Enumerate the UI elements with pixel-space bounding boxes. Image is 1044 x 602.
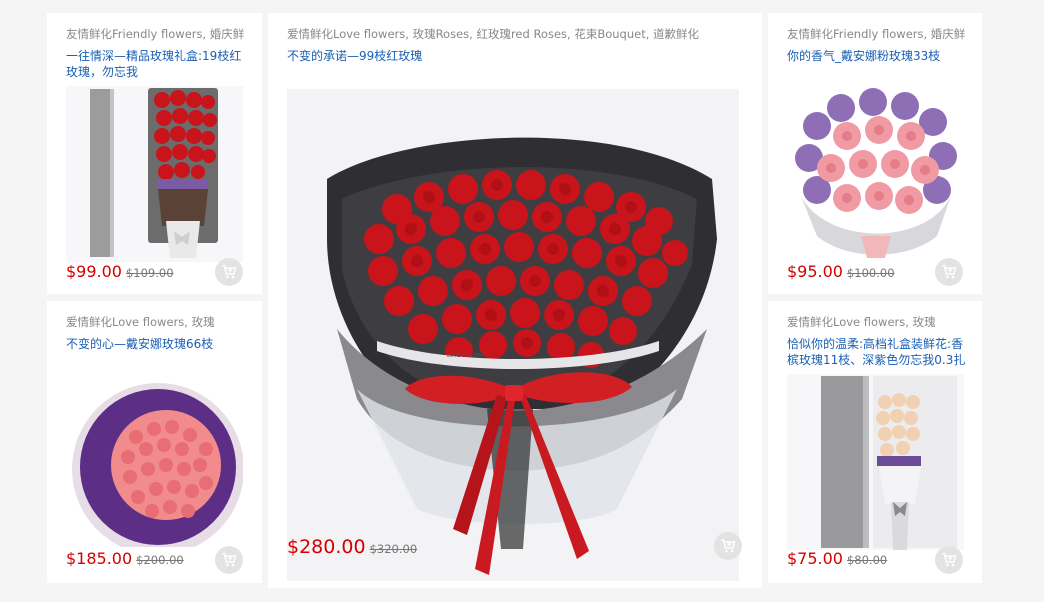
original-price: $109.00	[125, 266, 174, 280]
wrap-text: LOVE IS SILENT	[447, 353, 486, 359]
product-card: 爱情鲜化Love flowers, 玫瑰 恰似你的温柔:高档礼盒装鲜花:香槟玫瑰…	[768, 301, 982, 583]
pink-roses-bouquet-image	[66, 377, 243, 547]
product-tags: 爱情鲜化Love flowers, 玫瑰	[66, 315, 215, 329]
add-to-cart-icon	[942, 265, 957, 279]
product-tags: 友情鲜化Friendly flowers, 婚庆鲜	[787, 27, 965, 41]
product-title-link[interactable]: 恰似你的温柔:高档礼盒装鲜花:香槟玫瑰11枝、深紫色勿忘我0.3扎	[787, 336, 967, 368]
product-image[interactable]	[66, 86, 243, 262]
add-to-cart-button[interactable]	[714, 532, 742, 560]
original-price: $200.00	[136, 553, 184, 567]
price-row: $75.00 $80.00	[787, 549, 887, 570]
price-row: $95.00 $100.00	[787, 262, 895, 283]
current-price: $95.00	[787, 262, 843, 281]
original-price: $80.00	[846, 553, 888, 567]
add-to-cart-button[interactable]	[215, 258, 243, 286]
add-to-cart-icon	[721, 539, 736, 553]
add-to-cart-icon	[222, 265, 237, 279]
product-card: 友情鲜化Friendly flowers, 婚庆鲜 你的香气_戴安娜粉玫瑰33枝	[768, 13, 982, 294]
product-image[interactable]	[787, 86, 964, 260]
product-title-link[interactable]: 不变的心—戴安娜玫瑰66枝	[66, 336, 246, 352]
current-price: $280.00	[287, 536, 366, 558]
price-row: $99.00 $109.00	[66, 262, 174, 283]
add-to-cart-button[interactable]	[215, 546, 243, 574]
product-tags: 友情鲜化Friendly flowers, 婚庆鲜	[66, 27, 244, 41]
red-roses-large-bouquet-image: LOVE IS SILENT	[287, 89, 739, 581]
current-price: $75.00	[787, 549, 843, 568]
champagne-roses-gift-box-image	[787, 374, 964, 550]
add-to-cart-icon	[942, 553, 957, 567]
current-price: $99.00	[66, 262, 122, 281]
product-title-link[interactable]: 你的香气_戴安娜粉玫瑰33枝	[787, 48, 967, 64]
featured-product-card: 爱情鲜化Love flowers, 玫瑰Roses, 红玫瑰red Roses,…	[268, 13, 762, 588]
product-image[interactable]: LOVE IS SILENT	[287, 89, 739, 581]
add-to-cart-icon	[222, 553, 237, 567]
product-tags: 爱情鲜化Love flowers, 玫瑰	[787, 315, 936, 329]
current-price: $185.00	[66, 549, 133, 568]
original-price: $320.00	[369, 542, 418, 556]
pink-roses-lilac-bouquet-image	[787, 86, 964, 260]
product-card: 友情鲜化Friendly flowers, 婚庆鲜 一往情深—精品玫瑰礼盒:19…	[47, 13, 262, 294]
product-card: 爱情鲜化Love flowers, 玫瑰 不变的心—戴安娜玫瑰66枝 $185.…	[47, 301, 262, 583]
product-image[interactable]	[66, 377, 243, 547]
original-price: $100.00	[846, 266, 895, 280]
price-row: $280.00 $320.00	[287, 535, 417, 561]
product-image[interactable]	[787, 374, 964, 550]
add-to-cart-button[interactable]	[935, 546, 963, 574]
price-row: $185.00 $200.00	[66, 549, 184, 570]
product-tags: 爱情鲜化Love flowers, 玫瑰Roses, 红玫瑰red Roses,…	[287, 27, 700, 41]
add-to-cart-button[interactable]	[935, 258, 963, 286]
product-title-link[interactable]: 一往情深—精品玫瑰礼盒:19枝红玫瑰，勿忘我	[66, 48, 246, 80]
product-title-link[interactable]: 不变的承诺—99枝红玫瑰	[287, 48, 707, 64]
red-roses-gift-box-image	[66, 86, 243, 262]
